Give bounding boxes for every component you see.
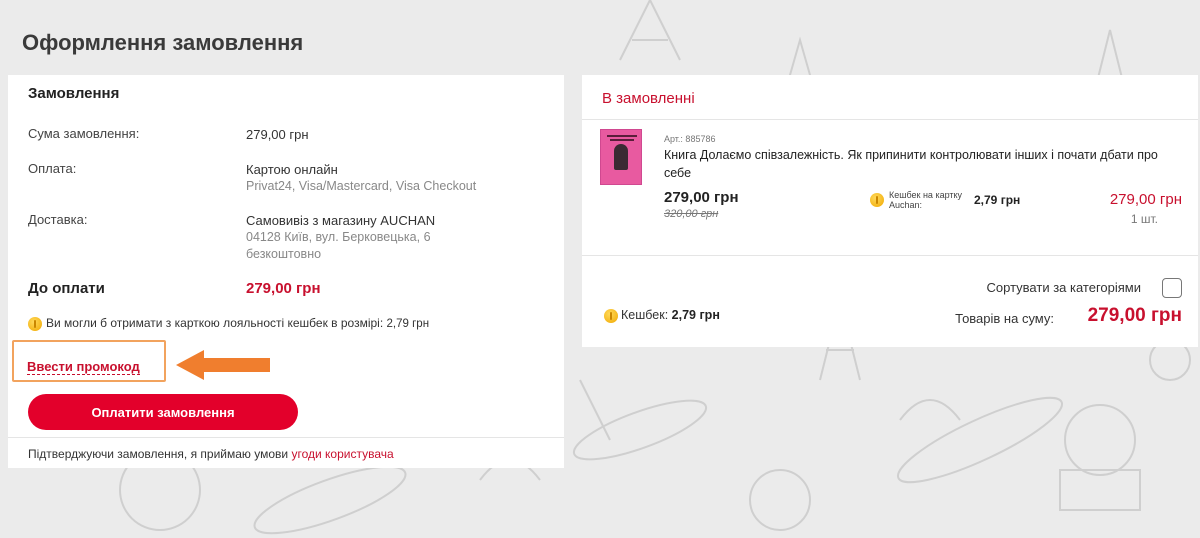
- cover-title-line: [610, 139, 634, 141]
- product-cashback-value: 2,79 грн: [974, 193, 1021, 207]
- sort-by-category-checkbox[interactable]: [1162, 278, 1182, 298]
- divider: [582, 119, 1198, 120]
- user-agreement-link[interactable]: угоди користувача: [291, 447, 393, 461]
- payment-label: Оплата:: [28, 161, 77, 176]
- product-name[interactable]: Книга Долаємо співзалежність. Як припини…: [664, 146, 1164, 182]
- divider: [8, 437, 564, 438]
- product-quantity: 1 шт.: [1130, 212, 1158, 226]
- arrow-left-icon: [176, 350, 270, 380]
- loyalty-cashback-text: Ви могли б отримати з карткою лояльності…: [46, 316, 384, 330]
- cashback-coin-icon: [604, 308, 618, 323]
- goods-sum-label: Товарів на суму:: [955, 311, 1054, 326]
- product-total: 279,00 грн: [1109, 191, 1182, 208]
- payment-method: Картою онлайн: [246, 162, 338, 177]
- payment-value: Картою онлайн Privat24, Visa/Mastercard,…: [246, 161, 476, 195]
- cashback-total-label: Кешбек:: [621, 308, 669, 322]
- goods-sum-value: 279,00 грн: [1087, 305, 1182, 326]
- consent-label: Підтверджуючи замовлення, я приймаю умов…: [28, 447, 289, 461]
- order-actions-panel: Ввести промокод Оплатити замовлення Підт…: [8, 340, 564, 468]
- order-summary-title: Замовлення: [28, 85, 120, 102]
- delivery-address: 04128 Київ, вул. Берковецька, 6: [246, 230, 431, 244]
- delivery-value: Самовивіз з магазину AUCHAN 04128 Київ, …: [246, 212, 435, 263]
- page-title: Оформлення замовлення: [22, 30, 304, 55]
- product-image[interactable]: [600, 129, 642, 185]
- cart-panel: В замовленні Арт.: 885786 Книга Долаємо …: [582, 75, 1198, 347]
- promo-code-link[interactable]: Ввести промокод: [27, 359, 140, 375]
- cart-title: В замовленні: [602, 90, 695, 107]
- order-summary-panel: Замовлення Сума замовлення: 279,00 грн О…: [8, 75, 564, 350]
- product-price: 279,00 грн: [664, 189, 739, 206]
- cashback-coin-icon: [28, 316, 42, 331]
- loyalty-cashback-note: Ви могли б отримати з карткою лояльності…: [28, 316, 429, 331]
- to-pay-label: До оплати: [28, 280, 105, 297]
- delivery-label: Доставка:: [28, 212, 88, 227]
- cashback-total: Кешбек: 2,79 грн: [604, 308, 720, 323]
- cover-figure: [614, 144, 628, 170]
- cashback-total-value: 2,79 грн: [671, 308, 720, 322]
- to-pay-value: 279,00 грн: [246, 280, 321, 297]
- sort-by-category-label: Сортувати за категоріями: [986, 280, 1142, 295]
- order-sum-label: Сума замовлення:: [28, 126, 140, 141]
- loyalty-cashback-value: 2,79 грн: [386, 318, 430, 330]
- consent-text: Підтверджуючи замовлення, я приймаю умов…: [28, 447, 394, 461]
- order-sum-value: 279,00 грн: [246, 127, 309, 142]
- cover-title-line: [607, 135, 637, 137]
- cashback-coin-icon: [870, 193, 884, 207]
- divider: [582, 255, 1198, 256]
- payment-providers: Privat24, Visa/Mastercard, Visa Checkout: [246, 179, 477, 193]
- product-cashback-label: Кешбек на картку Auchan:: [889, 190, 963, 210]
- product-old-price: 320,00 грн: [664, 208, 719, 220]
- pay-order-button[interactable]: Оплатити замовлення: [28, 394, 298, 430]
- delivery-cost: безкоштовно: [246, 247, 322, 261]
- product-article: Арт.: 885786: [664, 134, 716, 144]
- delivery-method: Самовивіз з магазину AUCHAN: [246, 213, 436, 228]
